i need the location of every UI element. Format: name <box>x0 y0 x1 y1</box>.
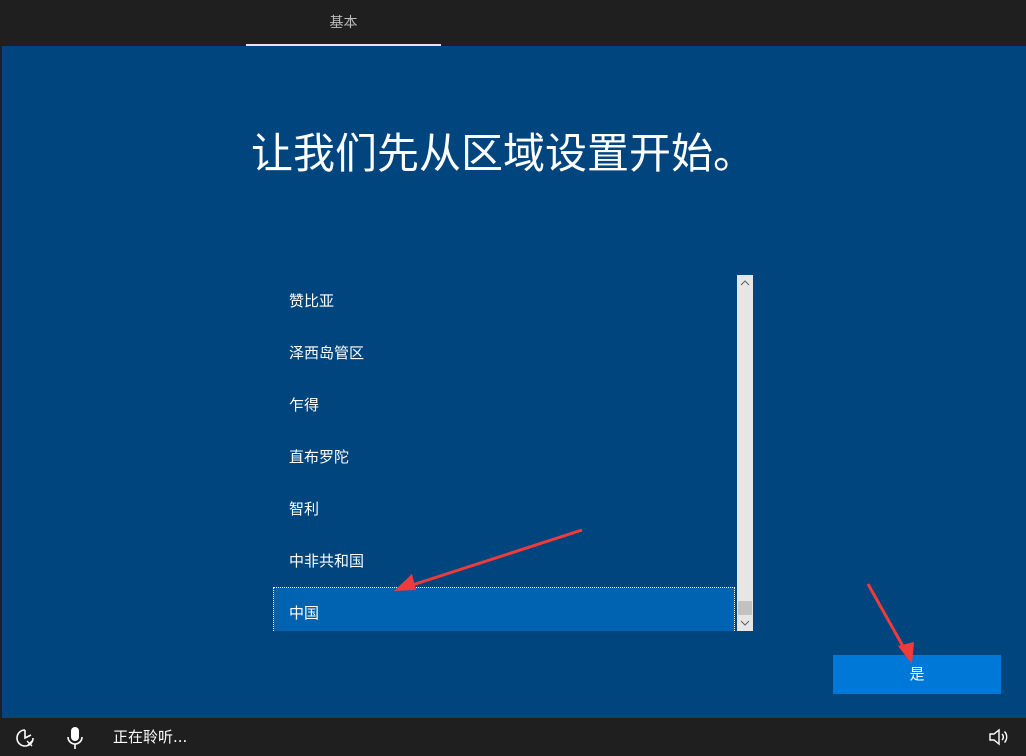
ease-of-access-icon[interactable] <box>14 727 36 749</box>
volume-icon[interactable] <box>988 727 1010 747</box>
bottom-bar: 正在聆听... <box>0 718 1026 756</box>
annotation-arrow-button <box>866 583 914 664</box>
chevron-down-icon[interactable] <box>737 615 753 631</box>
top-bar: 基本 <box>0 0 1026 46</box>
region-item-china[interactable]: 中国 <box>273 587 735 631</box>
region-item-chad[interactable]: 乍得 <box>273 379 735 431</box>
listening-status: 正在聆听... <box>113 728 188 746</box>
microphone-icon[interactable] <box>66 726 84 750</box>
region-item-zambia[interactable]: 赞比亚 <box>273 275 735 327</box>
list-scrollbar[interactable] <box>737 275 753 631</box>
yes-button[interactable]: 是 <box>833 655 1001 694</box>
oobe-window: 基本 让我们先从区域设置开始。 赞比亚 泽西岛管区 乍得 直布罗陀 智利 中非共… <box>0 0 1026 756</box>
page-title: 让我们先从区域设置开始。 <box>250 129 755 178</box>
region-item-gibraltar[interactable]: 直布罗陀 <box>273 431 735 483</box>
chevron-up-icon[interactable] <box>737 275 753 291</box>
region-item-chile[interactable]: 智利 <box>273 483 735 535</box>
region-list[interactable]: 赞比亚 泽西岛管区 乍得 直布罗陀 智利 中非共和国 中国 <box>273 275 753 631</box>
scroll-thumb[interactable] <box>738 601 752 615</box>
region-list-items: 赞比亚 泽西岛管区 乍得 直布罗陀 智利 中非共和国 中国 <box>273 275 737 631</box>
region-item-central-african-republic[interactable]: 中非共和国 <box>273 535 735 587</box>
tab-basic: 基本 <box>246 0 441 46</box>
main-panel: 让我们先从区域设置开始。 赞比亚 泽西岛管区 乍得 直布罗陀 智利 中非共和国 … <box>2 46 1026 718</box>
region-item-jersey[interactable]: 泽西岛管区 <box>273 327 735 379</box>
